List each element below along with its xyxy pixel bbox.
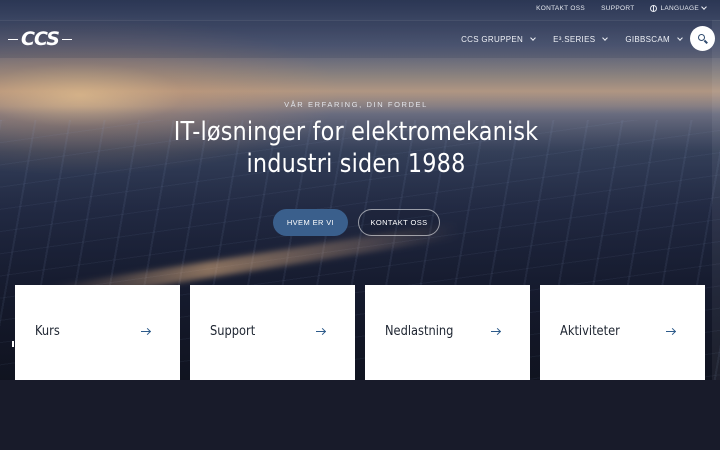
- top-utility-bar: KONTAKT OSS SUPPORT LANGUAGE: [0, 0, 720, 20]
- scrollbar[interactable]: [712, 20, 720, 380]
- card-label: Support: [210, 324, 256, 339]
- quick-links: Kurs Support Nedlastning Aktiviteter: [15, 285, 705, 380]
- hero-eyebrow: VÅR ERFARING, DIN FORDEL: [284, 100, 428, 109]
- nav-item-label: GIBBSCAM: [625, 35, 670, 44]
- headline-line-1: IT-løsninger for elektromekanisk: [173, 117, 539, 147]
- card-aktiviteter[interactable]: Aktiviteter: [540, 285, 705, 380]
- language-selector[interactable]: LANGUAGE: [650, 4, 707, 12]
- nav-item-label: E³.SERIES: [553, 35, 596, 44]
- search-icon: [698, 34, 705, 41]
- dark-section: [0, 380, 720, 450]
- card-nedlastning[interactable]: Nedlastning: [365, 285, 530, 380]
- slider-indicator[interactable]: [12, 341, 14, 347]
- logo-dash-left: [8, 38, 18, 40]
- language-label: LANGUAGE: [660, 5, 699, 12]
- chevron-down-icon: [677, 35, 683, 41]
- logo-text: CCS: [21, 28, 60, 50]
- utility-link-support[interactable]: SUPPORT: [601, 5, 634, 12]
- ccs-logo[interactable]: CCS: [8, 28, 98, 50]
- kontakt-oss-button[interactable]: KONTAKT OSS: [358, 209, 440, 236]
- nav-item-ccs-gruppen[interactable]: CCS GRUPPEN: [461, 35, 536, 44]
- arrow-right-icon: [316, 327, 327, 337]
- chevron-down-icon: [530, 35, 536, 41]
- nav-item-e3-series[interactable]: E³.SERIES: [553, 35, 609, 44]
- utility-links: KONTAKT OSS SUPPORT LANGUAGE: [536, 4, 707, 12]
- logo-dash-right: [61, 38, 72, 40]
- nav-item-label: CCS GRUPPEN: [461, 35, 524, 44]
- chevron-down-icon: [602, 35, 609, 41]
- arrow-right-icon: [491, 327, 502, 337]
- nav-item-gibbscam[interactable]: GIBBSCAM: [625, 35, 683, 44]
- headline-line-2: industri siden 1988: [246, 149, 466, 179]
- card-support[interactable]: Support: [190, 285, 355, 380]
- globe-icon: [650, 5, 658, 12]
- chevron-down-icon: [701, 4, 707, 10]
- arrow-right-icon: [666, 327, 677, 337]
- main-navbar: CCS CCS GRUPPEN E³.SERIES GIBBSCAM: [0, 20, 720, 58]
- hvem-er-vi-button[interactable]: HVEM ER VI: [273, 209, 348, 236]
- utility-link-kontakt[interactable]: KONTAKT OSS: [536, 5, 585, 12]
- card-label: Nedlastning: [385, 324, 454, 339]
- card-kurs[interactable]: Kurs: [15, 285, 180, 380]
- hero-headline: IT-løsninger for elektromekanisk industr…: [50, 116, 662, 180]
- arrow-right-icon: [141, 327, 152, 337]
- card-label: Kurs: [35, 324, 60, 339]
- main-nav: CCS GRUPPEN E³.SERIES GIBBSCAM: [461, 35, 683, 44]
- card-label: Aktiviteter: [560, 324, 620, 339]
